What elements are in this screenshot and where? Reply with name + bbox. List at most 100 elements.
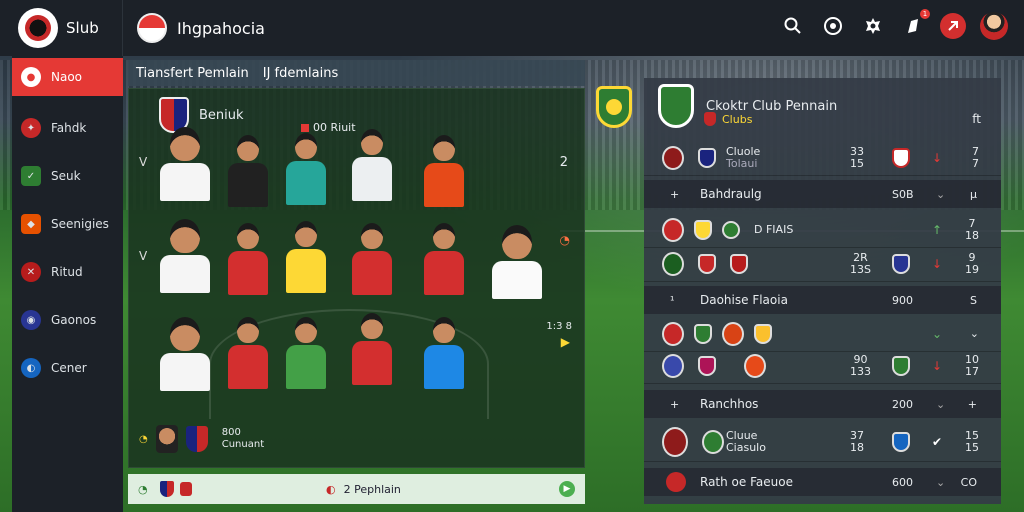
row-numbers: 2R 13S [850,250,871,276]
notification-icon[interactable]: 1 [900,9,930,39]
sidebar-item-label: Seenigies [51,217,109,231]
play-arrow-icon[interactable]: ▶ [561,335,570,349]
settings-icon[interactable] [860,13,886,39]
club-crest-icon [892,253,910,274]
team-icon: ✦ [21,118,41,138]
player-card[interactable] [223,317,273,397]
club-crest-icon [662,426,688,457]
sidebar-item-label: Gaonos [51,313,97,327]
club-crest-icon [722,220,740,239]
trend-down-icon: ↓ [932,150,943,165]
player-card[interactable] [223,223,273,303]
bench-row[interactable]: ◔ 800 Cunuant [139,425,264,453]
club-crest-icon [662,353,684,378]
chevron-down-icon[interactable]: ⌄ [936,476,945,489]
sidebar-item-center[interactable]: ◐ Cener [12,344,123,392]
row-crests [662,426,724,457]
sidebar-item-label: Cener [51,361,87,375]
page-title-area: Ihgpahocia [123,13,265,43]
bench-info: 800 Cunuant [222,427,264,451]
section-header[interactable]: + Ranchhos 200 ⌄ + [644,390,1001,418]
table-row[interactable]: ⌄ ⌄ [644,316,1001,352]
brand-name: Slub [66,19,99,37]
club-crest-icon [694,219,712,240]
row-end-values: 10 17 [965,352,979,378]
section-end: + [967,397,977,411]
section-icon: + [670,397,680,411]
player-card[interactable] [281,133,331,213]
section-header[interactable]: ¹ Daohise Flaoia 900 S [644,286,1001,314]
section-value: 200 [892,397,913,411]
player-card[interactable] [347,223,397,303]
table-row[interactable]: Cluole Tolaui 33 15 ↓ 77 [644,140,1001,176]
avatar[interactable] [980,12,1008,40]
player-card[interactable] [223,135,273,215]
player-card[interactable] [487,225,547,305]
sidebar-item-globe[interactable]: ◉ Gaonos [12,296,123,344]
shield-icon: ✓ [21,166,41,186]
table-row[interactable]: D FIAIS ↑ 7 18 [644,212,1001,248]
row-numbers: 37 18 [850,428,864,454]
footer-player-icon: ◐ [326,482,336,496]
player-card[interactable] [347,129,397,209]
sidebar-item-home[interactable]: ● Naoo [12,58,123,96]
go-button[interactable]: ▶ [559,481,575,497]
row-end-values: 77 [972,144,979,170]
footer-center[interactable]: ◐ 2 Pephlain [326,483,401,496]
table-row[interactable]: 90 133 ↓ 10 17 [644,348,1001,384]
row-number: 2 [559,155,568,170]
player-card[interactable] [347,313,397,393]
lineup-panel: Beniuk 00 Riuit V V 2 1:3 8 ▶ ◔ ◔ 800 Cu… [128,88,585,468]
section-label: Rath oe Faeuoe [700,475,793,489]
bench-indicator-icon: ◔ [139,433,148,445]
top-bar: Slub Ihgpahocia 1 [0,0,1024,56]
row-numbers: 90 133 [850,352,871,378]
info-icon[interactable]: ◔ [560,233,570,247]
row-crests [662,251,748,276]
sidebar-item-shield[interactable]: ✓ Seuk [12,152,123,200]
player-card[interactable] [419,135,469,215]
player-rating: 1:3 8 [546,321,572,332]
row-crests [662,217,740,242]
player-card[interactable] [281,317,331,397]
sidebar-item-kit[interactable]: ✕ Ritud [12,248,123,296]
row-text: Cluue Ciasulo [726,428,766,454]
page-title: Ihgpahocia [177,18,265,38]
section-end: S [970,293,977,307]
search-icon[interactable] [780,13,806,39]
section-header[interactable]: + Bahdraulg S0B ⌄ µ [644,180,1001,208]
row-end-values: 7 18 [965,216,979,242]
compass-icon[interactable] [820,13,846,39]
section-icon: + [670,187,680,201]
footer-status-icon[interactable]: ◔ [138,483,148,496]
trend-up-icon: ↑ [932,222,943,237]
row-crests [662,321,772,346]
chevron-down-icon[interactable]: ⌄ [936,398,945,411]
section-header[interactable]: Rath oe Faeuoe 600 ⌄ CO [644,468,1001,496]
sidebar-item-label: Ritud [51,265,83,279]
section-end: CO [960,475,977,489]
tab-players[interactable]: IJ fdemlains [263,66,339,81]
red-badge-icon[interactable] [940,13,966,39]
row-end-values: 15 15 [965,428,979,454]
strategy-icon: ◆ [21,214,41,234]
player-card[interactable] [155,219,215,299]
section-value: 900 [892,293,913,307]
tab-transfer[interactable]: Tiansfert Pemlain [136,66,249,81]
player-card[interactable] [281,221,331,301]
table-row[interactable]: 2R 13S ↓ 9 19 [644,246,1001,282]
club-crest-icon [754,323,772,344]
player-card[interactable] [155,317,215,397]
sidebar-item-label: Seuk [51,169,81,183]
player-card[interactable] [419,223,469,303]
brand[interactable]: Slub [0,0,123,56]
table-row[interactable]: Cluue Ciasulo 37 18 ✔ 15 15 [644,422,1001,462]
club-crest-icon [694,323,712,344]
lineup-footer: ◔ ◐ 2 Pephlain ▶ [128,474,585,504]
player-card[interactable] [155,127,215,207]
footer-shield-icon [159,481,174,497]
sidebar-item-team[interactable]: ✦ Fahdk [12,104,123,152]
chevron-down-icon[interactable]: ⌄ [936,188,945,201]
player-card[interactable] [419,317,469,397]
sidebar-item-strategy[interactable]: ◆ Seenigies [12,200,123,248]
